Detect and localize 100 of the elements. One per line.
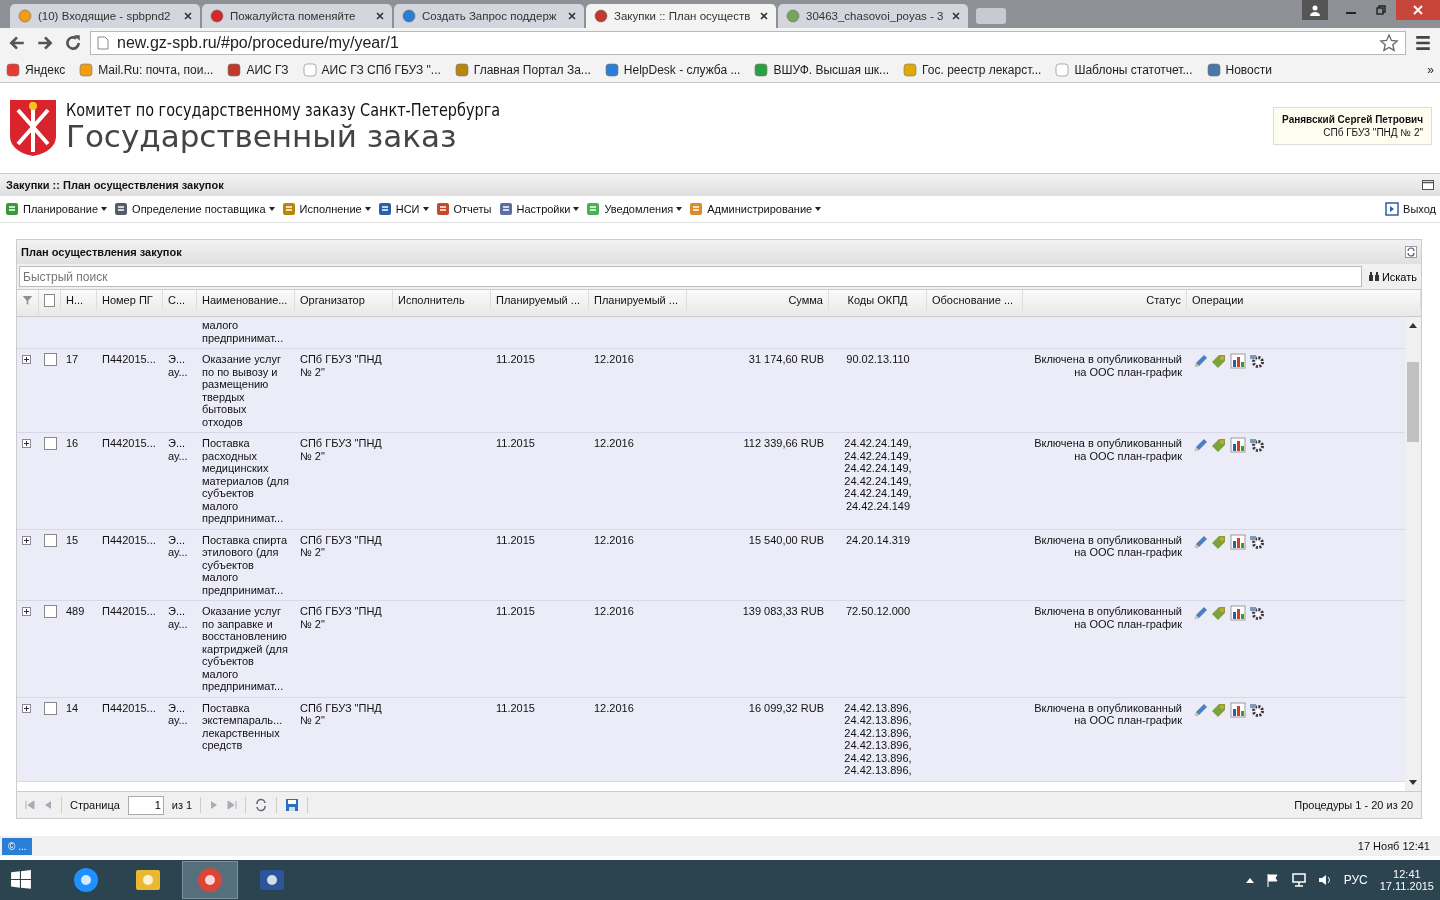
show-hidden-icon[interactable] bbox=[1245, 877, 1254, 883]
browser-tab[interactable]: Пожалуйста поменяйте bbox=[202, 4, 392, 28]
logout-button[interactable]: Выход bbox=[1384, 201, 1436, 217]
taskbar-app[interactable] bbox=[182, 861, 238, 899]
expand-toggle[interactable] bbox=[22, 439, 31, 448]
bookmark[interactable]: HelpDesk - служба ... bbox=[604, 63, 741, 77]
volume-icon[interactable] bbox=[1317, 873, 1332, 887]
column-header[interactable]: С... bbox=[163, 290, 197, 310]
refresh-icon[interactable] bbox=[1405, 246, 1417, 258]
close-icon[interactable] bbox=[376, 12, 384, 20]
windows-start-icon[interactable] bbox=[10, 869, 32, 891]
column-header[interactable]: Планируемый ... bbox=[491, 290, 589, 310]
network-icon[interactable] bbox=[1291, 873, 1306, 887]
profile-button[interactable] bbox=[1302, 0, 1328, 20]
scrollbar-thumb[interactable] bbox=[1407, 362, 1419, 442]
favicon-icon bbox=[454, 63, 469, 77]
gear-icon[interactable] bbox=[1249, 353, 1265, 369]
menu-item[interactable]: НСИ bbox=[376, 201, 429, 217]
expand-toggle[interactable] bbox=[22, 703, 31, 713]
bookmark[interactable]: Гос. реестр лекарст... bbox=[903, 63, 1042, 77]
menu-item[interactable]: Уведомления bbox=[585, 201, 683, 217]
column-header[interactable]: Исполнитель bbox=[393, 290, 491, 310]
pencil-icon[interactable] bbox=[1192, 437, 1208, 453]
scroll-down-icon[interactable] bbox=[1409, 780, 1417, 785]
column-header[interactable]: Операции bbox=[1187, 290, 1421, 310]
gear-icon[interactable] bbox=[1249, 605, 1265, 621]
save-icon[interactable] bbox=[285, 798, 300, 812]
gear-icon[interactable] bbox=[1249, 533, 1265, 550]
menu-item[interactable]: Планирование bbox=[4, 201, 108, 217]
gear-icon[interactable] bbox=[1249, 701, 1265, 718]
close-icon[interactable] bbox=[184, 12, 192, 20]
column-header[interactable]: Планируемый ... bbox=[589, 290, 687, 310]
bar-chart-icon[interactable] bbox=[1230, 353, 1246, 369]
bar-chart-icon[interactable] bbox=[1230, 437, 1246, 453]
menu-item[interactable]: Администрирование bbox=[688, 201, 822, 217]
scroll-up-icon[interactable] bbox=[1409, 323, 1417, 328]
pencil-icon[interactable] bbox=[1192, 701, 1208, 718]
column-header[interactable]: Сумма bbox=[687, 290, 829, 310]
search-button[interactable]: Искать bbox=[1365, 270, 1419, 283]
bookmark[interactable]: АИС ГЗ bbox=[227, 63, 289, 77]
menu-item[interactable]: Настройки bbox=[497, 201, 580, 217]
maximize-icon[interactable] bbox=[1422, 180, 1434, 190]
select-all-checkbox[interactable] bbox=[44, 293, 55, 307]
bookmark[interactable]: Яндекс bbox=[6, 63, 66, 77]
browser-tab[interactable]: 30463_chasovoi_poyas - 3 bbox=[778, 4, 968, 28]
pencil-icon[interactable] bbox=[1192, 353, 1208, 369]
bookmark[interactable]: ВШУФ. Высшая шк... bbox=[754, 63, 890, 77]
row-checkbox[interactable] bbox=[44, 437, 57, 450]
row-checkbox[interactable] bbox=[44, 353, 57, 366]
browser-tab[interactable]: (10) Входящие - spbpnd2 bbox=[10, 4, 200, 28]
row-checkbox[interactable] bbox=[44, 701, 57, 715]
bookmark[interactable]: Новости bbox=[1206, 63, 1272, 77]
search-field[interactable]: Быстрый поиск bbox=[19, 266, 1362, 287]
scrollbar[interactable] bbox=[1405, 317, 1421, 791]
menu-item[interactable]: Отчеты bbox=[434, 201, 492, 217]
close-button[interactable] bbox=[1396, 0, 1440, 20]
menu-item[interactable]: Определение поставщика bbox=[113, 201, 275, 217]
star-icon[interactable] bbox=[1379, 33, 1399, 53]
bar-chart-icon[interactable] bbox=[1230, 701, 1246, 718]
favicon-icon bbox=[604, 63, 619, 77]
clock-date[interactable]: 17.11.2015 bbox=[1379, 880, 1434, 892]
bookmark[interactable]: АИС ГЗ СПб ГБУЗ "... bbox=[302, 63, 441, 77]
page-field[interactable]: 1 bbox=[127, 795, 164, 815]
bookmark[interactable]: Mail.Ru: почта, пои... bbox=[79, 63, 214, 77]
gear-icon[interactable] bbox=[1249, 437, 1265, 453]
expand-toggle[interactable] bbox=[22, 355, 31, 364]
column-header[interactable]: Н... bbox=[61, 290, 97, 310]
close-icon[interactable] bbox=[952, 12, 960, 20]
close-icon[interactable] bbox=[568, 12, 576, 20]
bar-chart-icon[interactable] bbox=[1230, 533, 1246, 550]
clock-time[interactable]: 12:41 bbox=[1393, 868, 1421, 880]
bookmark[interactable]: Шаблоны статотчет... bbox=[1055, 63, 1193, 77]
copyright-button[interactable]: © ... bbox=[2, 837, 33, 855]
language-indicator[interactable]: РУС bbox=[1343, 873, 1368, 887]
expand-toggle[interactable] bbox=[22, 535, 31, 545]
menu-item[interactable]: Исполнение bbox=[280, 201, 371, 217]
table-cell-text: 24.42.13.896, 24.42.13.896, 24.42.13.896, 24.42.13.896, 24.42.13.896, 24.42.13.896, bbox=[843, 701, 913, 777]
filter-icon[interactable] bbox=[22, 293, 33, 307]
bar-chart-icon[interactable] bbox=[1230, 605, 1246, 621]
pencil-icon[interactable] bbox=[1192, 533, 1208, 550]
more-bookmarks-button[interactable]: » bbox=[1427, 63, 1434, 77]
close-icon[interactable] bbox=[760, 12, 768, 20]
column-header[interactable]: Коды ОКПД bbox=[829, 290, 927, 310]
flag-icon[interactable] bbox=[1265, 873, 1280, 887]
browser-tab[interactable]: Создать Запрос поддерж bbox=[394, 4, 584, 28]
expand-toggle[interactable] bbox=[22, 607, 31, 616]
column-header[interactable]: Статус bbox=[1023, 290, 1187, 310]
bookmark[interactable]: Главная Портал За... bbox=[454, 63, 591, 77]
exit-icon bbox=[1384, 201, 1401, 217]
column-header[interactable]: Номер ПГ bbox=[97, 290, 163, 310]
pencil-icon[interactable] bbox=[1192, 605, 1208, 621]
column-header[interactable]: Обоснование ... bbox=[927, 290, 1023, 310]
table-cell-text: Включена в опубликованный на ООС план-график bbox=[1033, 605, 1183, 632]
column-header[interactable]: Наименование... bbox=[197, 290, 295, 310]
column-header[interactable]: Организатор bbox=[295, 290, 393, 310]
refresh-icon[interactable] bbox=[254, 798, 269, 812]
row-checkbox[interactable] bbox=[44, 533, 57, 547]
address-field[interactable]: new.gz-spb.ru/#po/procedure/my/year/1 bbox=[90, 31, 1406, 55]
browser-tab[interactable]: Закупки :: План осуществ bbox=[586, 4, 776, 28]
row-checkbox[interactable] bbox=[44, 605, 57, 618]
